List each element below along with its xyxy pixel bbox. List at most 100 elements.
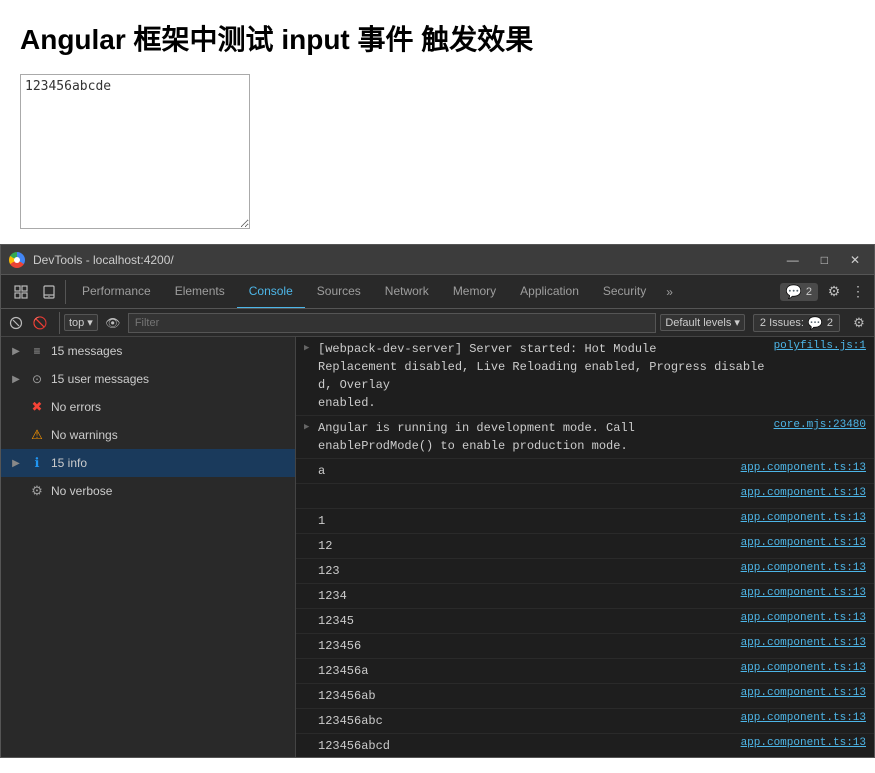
console-toolbar: 🚫 top ▾ 👁 Default levels ▾ 2 Issues: 💬 2… [1,309,874,337]
device-mode-icon[interactable] [37,280,61,304]
sidebar-messages-label: 15 messages [51,344,287,358]
entry-123456ab-expand-icon [304,687,318,690]
default-levels-label: Default levels [665,317,731,329]
settings-icon[interactable]: ⚙ [822,280,846,304]
close-button[interactable]: ✕ [844,251,866,269]
tab-sources[interactable]: Sources [305,275,373,309]
list-icon: ≡ [29,343,45,359]
context-selector[interactable]: top ▾ [64,314,98,331]
sidebar-info-label: 15 info [51,456,287,470]
tab-performance[interactable]: Performance [70,275,163,309]
console-main: ▶ ≡ 15 messages ▶ ⊙ 15 user messages ✖ N… [1,337,874,757]
entry-server-link[interactable]: polyfills.js:1 [766,340,866,352]
main-input[interactable]: 123456abcde [20,74,250,229]
entry-12-expand-icon [304,537,318,540]
entry-12345-link[interactable]: app.component.ts:13 [733,612,866,624]
entry-12345-text: 12345 [318,612,733,630]
message-badge-count: 2 [806,286,812,298]
entry-empty-link[interactable]: app.component.ts:13 [733,487,866,499]
chrome-icon [9,252,25,268]
console-entry-server: ▶ [webpack-dev-server] Server started: H… [296,337,874,416]
console-entry-123456abc: 123456abc app.component.ts:13 [296,709,874,734]
entry-angular-text: Angular is running in development mode. … [318,419,766,455]
entry-1234-text: 1234 [318,587,733,605]
page-title: Angular 框架中测试 input 事件 触发效果 [20,18,855,58]
devtools-window: DevTools - localhost:4200/ — □ ✕ [0,244,875,758]
preserve-log-icon[interactable]: 🚫 [29,312,51,334]
sidebar-item-messages[interactable]: ▶ ≡ 15 messages [1,337,295,365]
default-levels-dropdown[interactable]: Default levels ▾ [660,314,745,331]
issues-label: 2 Issues: [760,317,804,329]
entry-angular-link[interactable]: core.mjs:23480 [766,419,866,431]
maximize-button[interactable]: □ [815,251,834,269]
sidebar-item-user-messages[interactable]: ▶ ⊙ 15 user messages [1,365,295,393]
filter-input[interactable] [128,313,656,333]
entry-123-text: 123 [318,562,733,580]
console-entry-1: 1 app.component.ts:13 [296,509,874,534]
verbose-icon: ⚙ [29,483,45,499]
console-entry-angular: ▶ Angular is running in development mode… [296,416,874,459]
entry-123456abc-link[interactable]: app.component.ts:13 [733,712,866,724]
console-entry-123: 123 app.component.ts:13 [296,559,874,584]
entry-123456-link[interactable]: app.component.ts:13 [733,637,866,649]
tab-elements[interactable]: Elements [163,275,237,309]
entry-123-link[interactable]: app.component.ts:13 [733,562,866,574]
warning-icon: ⚠ [29,427,45,443]
entry-a-text: a [318,462,733,480]
tabs-more-button[interactable]: » [658,285,681,299]
sidebar-item-warnings[interactable]: ⚠ No warnings [1,421,295,449]
sidebar-item-info[interactable]: ▶ ℹ 15 info [1,449,295,477]
entry-1234-expand-icon [304,587,318,590]
entry-1-link[interactable]: app.component.ts:13 [733,512,866,524]
entry-12-link[interactable]: app.component.ts:13 [733,537,866,549]
minimize-button[interactable]: — [781,251,805,269]
entry-server-text: [webpack-dev-server] Server started: Hot… [318,340,766,412]
entry-123456abc-text: 123456abc [318,712,733,730]
console-toolbar-left: 🚫 [5,312,60,334]
message-badge-icon: 💬 [786,284,802,300]
entry-123456ab-link[interactable]: app.component.ts:13 [733,687,866,699]
sidebar-item-errors[interactable]: ✖ No errors [1,393,295,421]
entry-server-expand-icon[interactable]: ▶ [304,340,318,353]
expand-user-icon: ▶ [9,372,23,386]
user-icon: ⊙ [29,371,45,387]
sidebar-user-messages-label: 15 user messages [51,372,287,386]
devtools-tabs-bar: Performance Elements Console Sources Net… [1,275,874,309]
tab-console[interactable]: Console [237,275,305,309]
entry-1234-link[interactable]: app.component.ts:13 [733,587,866,599]
entry-empty-expand-icon [304,487,318,490]
console-entry-123456ab: 123456ab app.component.ts:13 [296,684,874,709]
tab-network[interactable]: Network [373,275,441,309]
console-entry-123456abcd: 123456abcd app.component.ts:13 [296,734,874,757]
context-label: top [69,317,84,329]
entry-123456-expand-icon [304,637,318,640]
expand-messages-icon: ▶ [9,344,23,358]
entry-a-link[interactable]: app.component.ts:13 [733,462,866,474]
tab-security[interactable]: Security [591,275,658,309]
entry-123456a-link[interactable]: app.component.ts:13 [733,662,866,674]
console-sidebar: ▶ ≡ 15 messages ▶ ⊙ 15 user messages ✖ N… [1,337,296,757]
console-settings-icon[interactable]: ⚙ [848,312,870,334]
message-badge[interactable]: 💬 2 [780,283,818,301]
inspect-icon[interactable] [9,280,33,304]
entry-123456ab-text: 123456ab [318,687,733,705]
more-options-icon[interactable]: ⋮ [846,280,870,304]
entry-123456abcd-link[interactable]: app.component.ts:13 [733,737,866,749]
entry-123456-text: 123456 [318,637,733,655]
info-icon: ℹ [29,455,45,471]
tab-application[interactable]: Application [508,275,591,309]
clear-console-icon[interactable] [5,312,27,334]
issues-badge[interactable]: 2 Issues: 💬 2 [753,314,840,332]
issues-icon: 💬 [808,316,823,330]
eye-icon[interactable]: 👁 [102,312,124,334]
titlebar-controls: — □ ✕ [781,251,866,269]
console-entry-12: 12 app.component.ts:13 [296,534,874,559]
devtools-titlebar: DevTools - localhost:4200/ — □ ✕ [1,245,874,275]
tab-memory[interactable]: Memory [441,275,508,309]
entry-123456a-text: 123456a [318,662,733,680]
devtools-title: DevTools - localhost:4200/ [33,253,781,267]
sidebar-item-verbose[interactable]: ⚙ No verbose [1,477,295,505]
error-icon: ✖ [29,399,45,415]
console-output[interactable]: ▶ [webpack-dev-server] Server started: H… [296,337,874,757]
entry-angular-expand-icon[interactable]: ▶ [304,419,318,432]
